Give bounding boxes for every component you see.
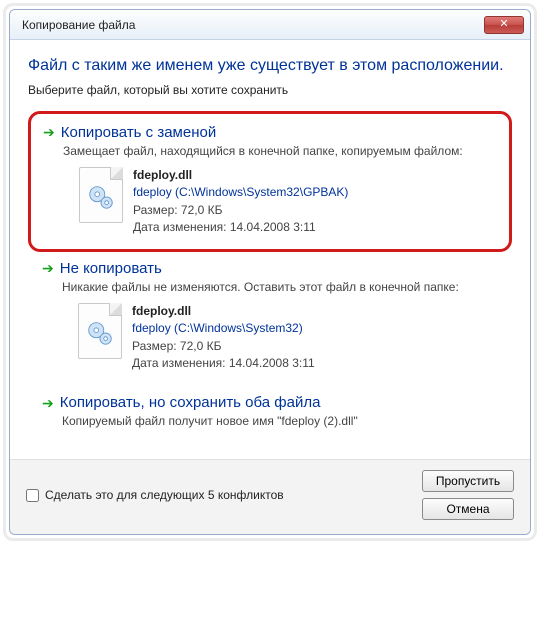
file-info: fdeploy.dll fdeploy (C:\Windows\System32… bbox=[79, 167, 497, 237]
titlebar: Копирование файла ✕ bbox=[10, 10, 530, 40]
file-name: fdeploy.dll bbox=[132, 303, 315, 320]
file-name: fdeploy.dll bbox=[133, 167, 348, 184]
file-info: fdeploy.dll fdeploy (C:\Windows\System32… bbox=[78, 303, 498, 373]
close-button[interactable]: ✕ bbox=[484, 16, 524, 34]
file-date: Дата изменения: 14.04.2008 3:11 bbox=[132, 355, 315, 372]
apply-all-checkbox[interactable]: Сделать это для следующих 5 конфликтов bbox=[26, 488, 422, 502]
option-dont-copy[interactable]: ➔ Не копировать Никакие файлы не изменяю… bbox=[28, 250, 512, 385]
main-instruction: Файл с таким же именем уже существует в … bbox=[28, 56, 512, 77]
option-copy-replace[interactable]: ➔ Копировать с заменой Замещает файл, на… bbox=[28, 111, 512, 252]
option-title: Копировать, но сохранить оба файла bbox=[60, 394, 321, 411]
option-description: Никакие файлы не изменяются. Оставить эт… bbox=[62, 279, 498, 295]
option-title: Копировать с заменой bbox=[61, 124, 216, 141]
arrow-icon: ➔ bbox=[42, 396, 54, 410]
option-description: Копируемый файл получит новое имя "fdepl… bbox=[62, 413, 498, 429]
checkbox-input[interactable] bbox=[26, 489, 39, 502]
window-title: Копирование файла bbox=[22, 18, 484, 32]
dialog-footer: Сделать это для следующих 5 конфликтов П… bbox=[10, 459, 530, 534]
option-description: Замещает файл, находящийся в конечной па… bbox=[63, 143, 497, 159]
file-path: fdeploy (C:\Windows\System32\GPBAK) bbox=[133, 184, 348, 201]
arrow-icon: ➔ bbox=[43, 125, 55, 139]
arrow-icon: ➔ bbox=[42, 261, 54, 275]
option-title: Не копировать bbox=[60, 260, 162, 277]
file-size: Размер: 72,0 КБ bbox=[133, 202, 348, 219]
file-icon bbox=[79, 167, 123, 223]
sub-instruction: Выберите файл, который вы хотите сохрани… bbox=[28, 83, 512, 97]
dialog-body: Файл с таким же именем уже существует в … bbox=[10, 40, 530, 459]
file-path: fdeploy (C:\Windows\System32) bbox=[132, 320, 315, 337]
file-size: Размер: 72,0 КБ bbox=[132, 338, 315, 355]
cancel-button[interactable]: Отмена bbox=[422, 498, 514, 520]
file-icon bbox=[78, 303, 122, 359]
dialog-window: Копирование файла ✕ Файл с таким же имен… bbox=[9, 9, 531, 535]
file-date: Дата изменения: 14.04.2008 3:11 bbox=[133, 219, 348, 236]
option-keep-both[interactable]: ➔ Копировать, но сохранить оба файла Коп… bbox=[28, 386, 512, 445]
checkbox-label: Сделать это для следующих 5 конфликтов bbox=[45, 488, 284, 502]
skip-button[interactable]: Пропустить bbox=[422, 470, 514, 492]
